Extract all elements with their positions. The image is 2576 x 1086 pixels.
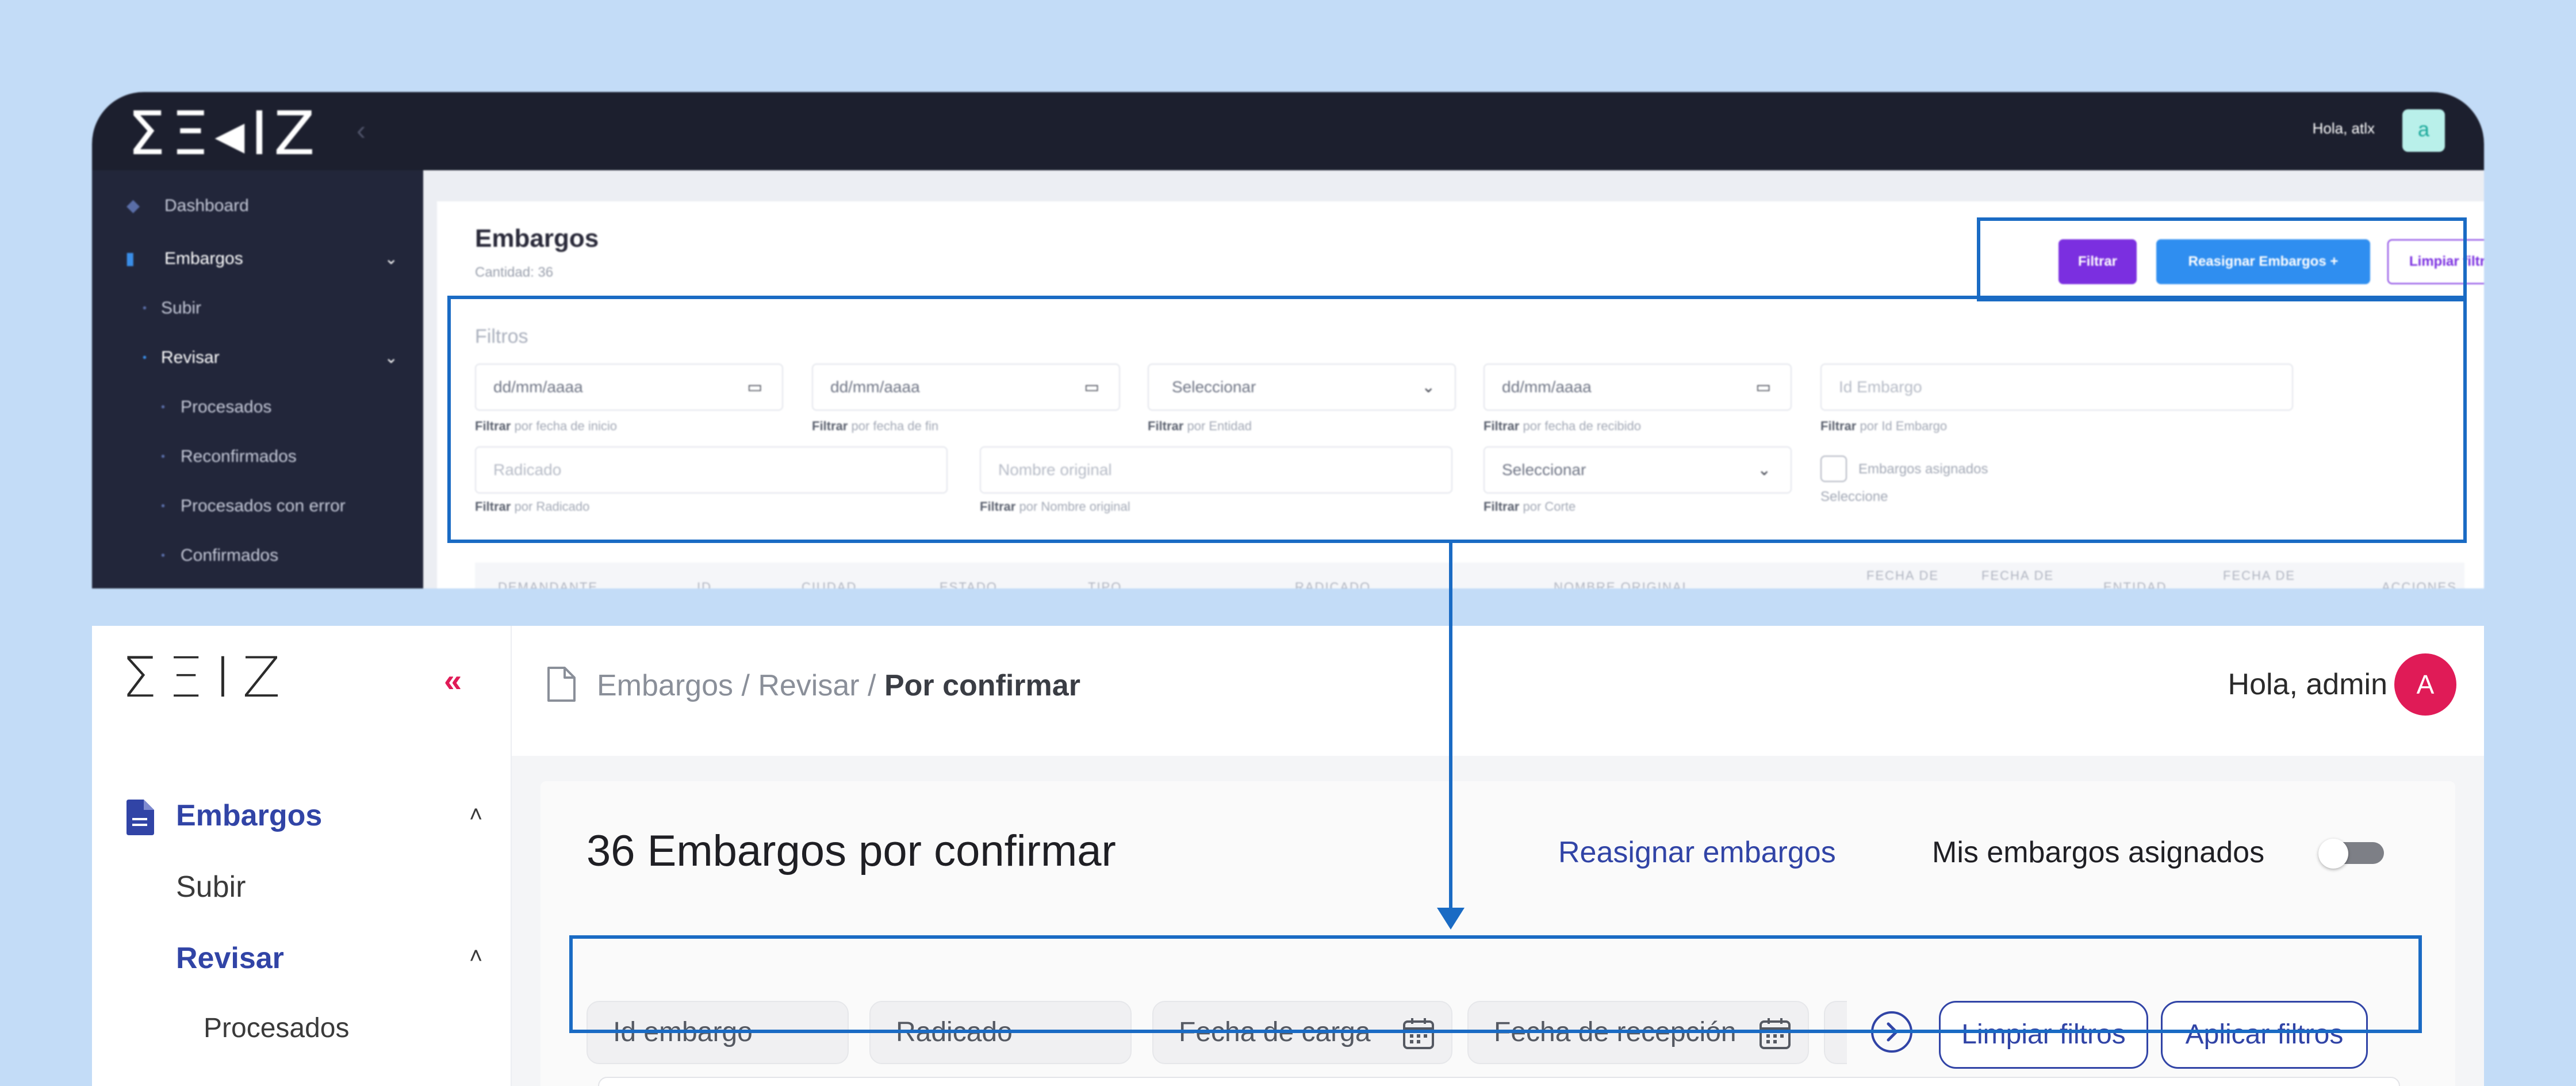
assigned-toggle-label: Mis embargos asignados	[1932, 836, 2265, 869]
document-icon	[126, 800, 154, 835]
new-topbar: Embargos / Revisar / Por confirmar Hola,…	[512, 626, 2484, 756]
column-header: ID	[697, 580, 712, 588]
column-header: FECHA DE	[1866, 568, 1939, 583]
old-filters-highlight	[447, 296, 2467, 543]
column-header: RADICADO	[1295, 580, 1371, 588]
column-header: ACCIONES	[2382, 580, 2457, 588]
sidebar-item-revisar[interactable]: • Revisar ⌄	[92, 341, 423, 375]
new-filters-highlight	[569, 935, 2422, 1033]
chevron-up-icon[interactable]: ˄	[469, 943, 482, 969]
record-count: Cantidad: 36	[475, 265, 554, 280]
column-header: NOMBRE ORIGINAL	[1554, 580, 1690, 588]
column-header: ESTADO	[940, 580, 998, 588]
sidebar-item-revisar[interactable]: Revisar	[176, 941, 284, 976]
sidebar-item-embargos[interactable]: Embargos	[176, 798, 322, 833]
column-header: CIUDAD	[802, 580, 857, 588]
chevron-down-icon: ⌄	[384, 250, 398, 267]
arrow-down-icon	[1437, 908, 1465, 930]
sidebar-item-dashboard[interactable]: ◆ Dashboard	[92, 189, 423, 223]
old-table-header: DEMANDANTE ID CIUDAD ESTADO TIPO RADICAD…	[475, 563, 2464, 588]
old-logo: ΣΞ◂IZ	[128, 98, 321, 169]
chevron-up-icon[interactable]: ˄	[469, 802, 482, 828]
comparison-canvas: ΣΞ◂IZ ‹ Hola, atlx a ◆ Dashboard ▮ Embar…	[0, 0, 2576, 1086]
sidebar-item-subir[interactable]: Subir	[176, 870, 246, 904]
reassign-link[interactable]: Reasignar embargos	[1558, 835, 1836, 870]
old-topbar: ΣΞ◂IZ ‹ Hola, atlx a	[92, 92, 2484, 170]
sidebar-item-procesados[interactable]: • Procesados	[92, 390, 423, 425]
new-main-card: 36 Embargos por confirmar Reasignar emba…	[540, 781, 2455, 1086]
old-greeting: Hola, atlx	[2312, 120, 2375, 137]
sidebar-item-procesados-error[interactable]: • Procesados con error	[92, 489, 423, 523]
breadcrumb-current: Por confirmar	[884, 669, 1080, 702]
sidebar-item-embargos[interactable]: ▮ Embargos ⌄	[92, 242, 423, 276]
column-header: FECHA DE	[1981, 568, 2054, 583]
breadcrumb: Embargos / Revisar / Por confirmar	[597, 668, 1080, 703]
old-avatar[interactable]: a	[2402, 109, 2445, 152]
table-container-edge	[598, 1077, 2400, 1086]
old-sidebar: ◆ Dashboard ▮ Embargos ⌄ • Subir • Revis…	[92, 170, 423, 588]
dashboard-icon: ◆	[126, 196, 140, 215]
new-sidebar: ΣΞIZ « Embargos ˄ Subir Revisar ˄ Proces…	[92, 626, 512, 1086]
connector-arrow-line	[1449, 541, 1452, 915]
breadcrumb-path[interactable]: Embargos / Revisar /	[597, 669, 884, 702]
highlight-joint	[1977, 296, 1980, 301]
document-icon: ▮	[125, 249, 135, 268]
sidebar-item-subir[interactable]: • Subir	[92, 291, 423, 326]
document-outline-icon	[547, 667, 576, 702]
old-buttons-highlight	[1977, 217, 2467, 301]
new-logo: ΣΞIZ	[122, 645, 292, 710]
assigned-toggle[interactable]	[2318, 839, 2385, 869]
sidebar-item-procesados[interactable]: Procesados	[204, 1012, 349, 1044]
user-greeting: Hola, admin	[2228, 668, 2387, 701]
double-chevron-left-icon[interactable]: «	[444, 661, 462, 699]
page-title: 36 Embargos por confirmar	[586, 827, 1116, 875]
column-header: TIPO	[1088, 580, 1122, 588]
chevron-down-icon: ⌄	[384, 349, 398, 366]
sidebar-item-confirmados[interactable]: • Confirmados	[92, 538, 423, 573]
sidebar-item-reconfirmados[interactable]: • Reconfirmados	[92, 439, 423, 474]
column-header: DEMANDANTE	[498, 580, 599, 588]
column-header: ENTIDAD	[2103, 580, 2167, 588]
page-title: Embargos	[475, 224, 599, 253]
chevron-left-icon[interactable]: ‹	[356, 115, 366, 147]
avatar[interactable]: A	[2394, 653, 2456, 716]
column-header: FECHA DE	[2223, 568, 2296, 583]
